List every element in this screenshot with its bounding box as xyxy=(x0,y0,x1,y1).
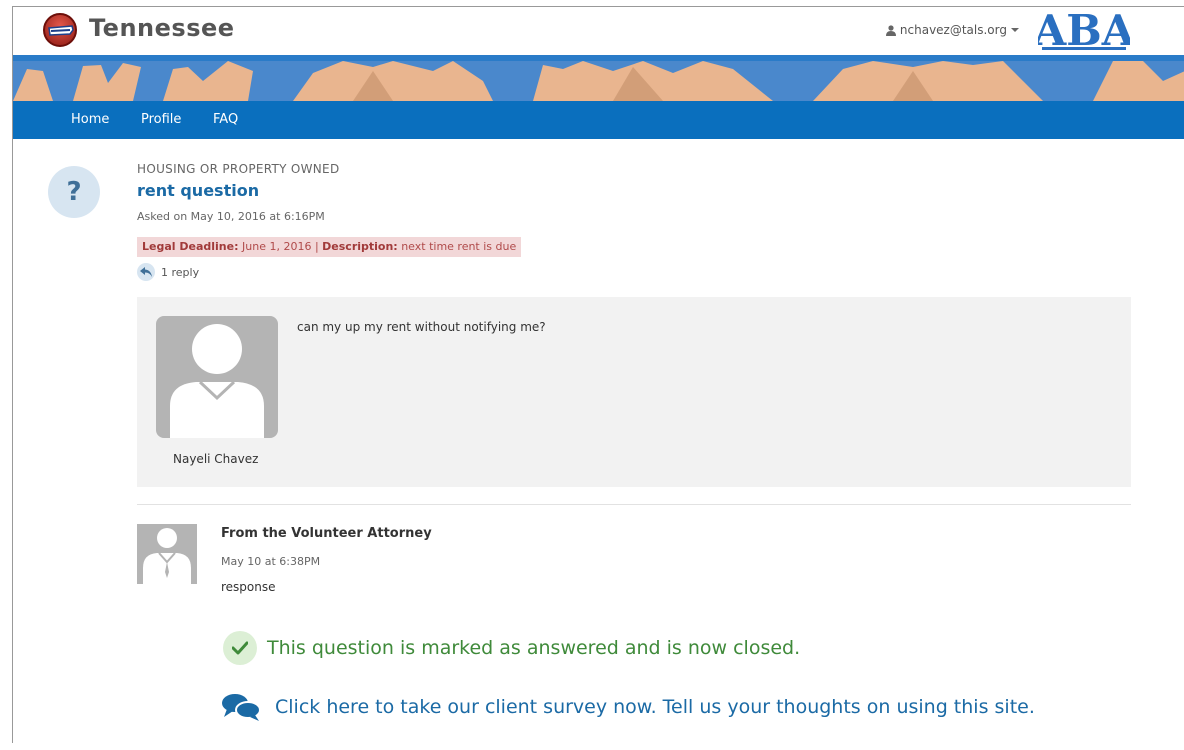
user-icon xyxy=(885,24,896,36)
deadline-value: June 1, 2016 xyxy=(242,240,312,253)
closed-message: This question is marked as answered and … xyxy=(267,637,801,659)
user-email: nchavez@tals.org xyxy=(899,23,1007,37)
divider xyxy=(137,504,1131,505)
deadline-separator: | xyxy=(314,240,319,253)
comments-icon xyxy=(222,694,261,721)
check-icon xyxy=(223,631,257,665)
deadline-badge: Legal Deadline: June 1, 2016 | Descripti… xyxy=(137,237,522,257)
question-text: can my up my rent without notifying me? xyxy=(297,320,546,334)
top-bar: Tennessee nchavez@tals.org ABA xyxy=(13,7,1184,55)
reply-count[interactable]: 1 reply xyxy=(137,263,199,281)
question-title[interactable]: rent question xyxy=(137,181,259,200)
nav-profile[interactable]: Profile xyxy=(141,112,181,127)
state-logo-icon[interactable] xyxy=(43,13,77,47)
hands-banner-image xyxy=(13,61,1184,101)
closed-status: This question is marked as answered and … xyxy=(223,631,800,665)
survey-link[interactable]: Click here to take our client survey now… xyxy=(221,692,1035,722)
main-nav: Home Profile FAQ xyxy=(13,101,1184,139)
response-text: response xyxy=(221,580,276,594)
reply-icon xyxy=(137,263,155,281)
nav-home[interactable]: Home xyxy=(71,112,109,127)
avatar-placeholder-icon xyxy=(156,316,278,438)
page-frame: Tennessee nchavez@tals.org ABA Home Prof… xyxy=(12,6,1184,743)
question-mark-icon: ? xyxy=(48,166,100,218)
description-label: Description: xyxy=(322,240,398,253)
deadline-label: Legal Deadline: xyxy=(142,240,239,253)
nav-faq[interactable]: FAQ xyxy=(213,112,238,127)
reply-count-label: 1 reply xyxy=(161,265,200,279)
aba-logo[interactable]: ABA xyxy=(1033,7,1136,55)
user-menu[interactable]: nchavez@tals.org xyxy=(885,23,1019,37)
description-value: next time rent is due xyxy=(401,240,517,253)
question-body-panel: Nayeli Chavez can my up my rent without … xyxy=(137,297,1131,487)
question-author: Nayeli Chavez xyxy=(173,452,259,466)
attorney-avatar-icon xyxy=(137,524,197,584)
question-asked-date: Asked on May 10, 2016 at 6:16PM xyxy=(137,210,325,223)
response-time: May 10 at 6:38PM xyxy=(221,555,321,568)
survey-link-text: Click here to take our client survey now… xyxy=(275,696,1035,718)
response-from: From the Volunteer Attorney xyxy=(221,526,432,541)
question-category: HOUSING OR PROPERTY OWNED xyxy=(137,162,340,176)
caret-down-icon xyxy=(1011,28,1019,32)
site-title[interactable]: Tennessee xyxy=(89,14,235,42)
